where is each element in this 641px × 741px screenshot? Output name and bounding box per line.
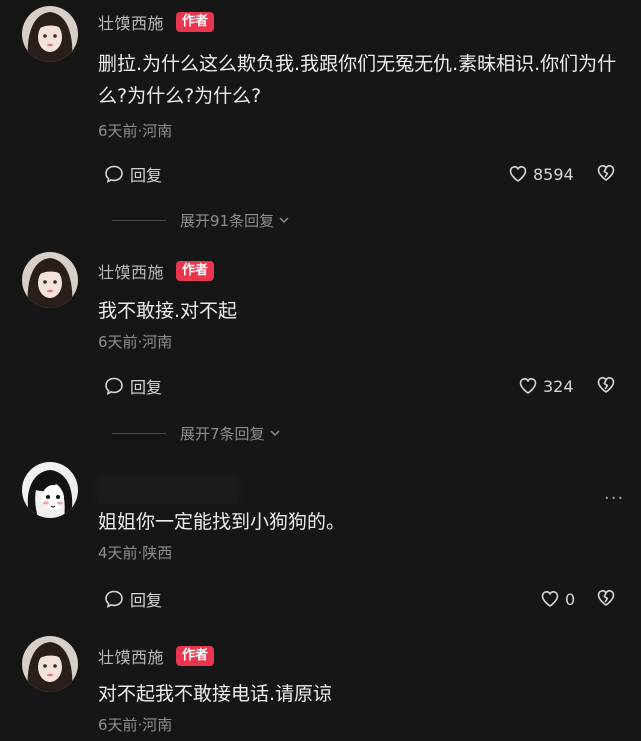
comment-meta: 6天前·河南 (98, 122, 173, 140)
reply-label: 回复 (130, 378, 163, 397)
broken-heart-icon (597, 377, 615, 393)
like-button[interactable]: 324 (518, 374, 574, 398)
comment-text: 删拉.为什么这么欺负我.我跟你们无冤无仇.素昧相识.你们为什么?为什么?为什么? (98, 53, 617, 107)
heart-outline-icon (541, 591, 559, 607)
comment-bubble-icon (105, 590, 123, 608)
comment-meta: 6天前·河南 (98, 333, 173, 351)
divider (112, 219, 166, 221)
comment-meta: 6天前·河南 (98, 716, 173, 734)
name-row: 壮馍西施 作者 (98, 259, 215, 283)
avatar[interactable] (22, 6, 78, 62)
avatar[interactable] (22, 636, 78, 692)
reply-label: 回复 (130, 591, 163, 610)
name-row: 壮馍西施 作者 (98, 644, 215, 668)
heart-outline-icon (519, 378, 537, 394)
like-button[interactable]: 8594 (508, 162, 574, 186)
reply-label: 回复 (130, 166, 163, 185)
dislike-button[interactable] (596, 375, 616, 397)
chevron-down-icon (270, 430, 280, 437)
dislike-button[interactable] (596, 163, 616, 185)
avatar[interactable] (22, 462, 78, 518)
name-row (98, 478, 238, 502)
username[interactable]: 壮馍西施 (98, 10, 164, 34)
reply-button[interactable]: 回复 (104, 162, 162, 186)
expand-replies[interactable]: 展开7条回复 (112, 422, 282, 444)
heart-outline-icon (509, 166, 527, 182)
comment-text: 我不敢接.对不起 (98, 300, 238, 322)
comment-bubble-icon (105, 165, 123, 183)
expand-label: 展开7条回复 (180, 424, 265, 443)
reply-button[interactable]: 回复 (104, 374, 162, 398)
comment-text: 对不起我不敢接电话.请原谅 (98, 683, 333, 705)
avatar[interactable] (22, 252, 78, 308)
reply-button[interactable]: 回复 (104, 587, 162, 611)
username[interactable]: 壮馍西施 (98, 644, 164, 668)
broken-heart-icon (597, 165, 615, 181)
masked-username (98, 478, 238, 502)
expand-label: 展开91条回复 (180, 211, 275, 230)
comment-text: 姐姐你一定能找到小狗狗的。 (98, 511, 346, 533)
like-button[interactable]: 0 (540, 587, 575, 611)
dislike-button[interactable] (596, 588, 616, 610)
like-count: 324 (543, 376, 574, 396)
username[interactable]: 壮馍西施 (98, 259, 164, 283)
broken-heart-icon (597, 590, 615, 606)
divider (112, 432, 166, 434)
chevron-down-icon (279, 217, 289, 224)
name-row: 壮馍西施 作者 (98, 10, 215, 34)
author-badge: 作者 (176, 646, 215, 666)
author-badge: 作者 (176, 12, 215, 32)
like-count: 0 (565, 589, 576, 609)
like-count: 8594 (533, 164, 574, 184)
comment-meta: 4天前·陕西 (98, 544, 173, 562)
expand-replies[interactable]: 展开91条回复 (112, 209, 291, 231)
comment-bubble-icon (105, 377, 123, 395)
author-badge: 作者 (176, 261, 215, 281)
